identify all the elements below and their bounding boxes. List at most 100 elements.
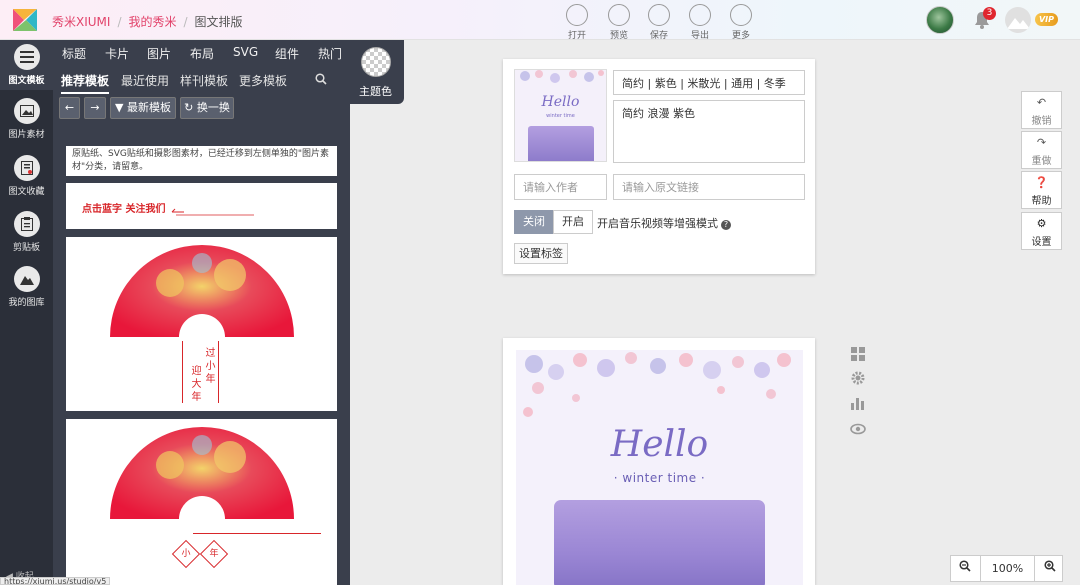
article-header-graphic[interactable]: Hello · winter time ·	[516, 350, 803, 585]
subtab-more[interactable]: 更多模板	[239, 72, 287, 89]
cover-image[interactable]: Hello winter time	[514, 69, 607, 162]
tab-image[interactable]: 图片	[147, 45, 171, 62]
cover-subtitle: winter time	[546, 113, 575, 119]
bar-chart-icon[interactable]	[850, 395, 866, 411]
cover-title: Hello	[541, 94, 580, 110]
enhanced-mode-text: 开启音乐视频等增强模式	[597, 217, 718, 230]
gear-icon[interactable]	[850, 370, 866, 386]
rail-item-clipboard[interactable]: 剪贴板	[0, 211, 53, 253]
notification-badge: 3	[983, 7, 996, 20]
zoom-level: 100%	[980, 556, 1035, 581]
eye-icon[interactable]	[850, 421, 866, 437]
settings-button[interactable]: ⚙ 设置	[1021, 212, 1062, 250]
image-icon	[13, 98, 40, 124]
undo-icon: ↶	[1036, 96, 1047, 109]
arrow-line-decoration	[171, 208, 254, 216]
enhanced-off-toggle[interactable]: 关闭	[514, 210, 554, 234]
tab-svg[interactable]: SVG	[233, 45, 258, 59]
template-tools: ← → ▼ 最新模板 ↻ 换一换	[53, 97, 350, 121]
fan-text-2: 迎大年	[189, 365, 200, 404]
set-tags-button[interactable]: 设置标签	[514, 243, 568, 264]
tab-component[interactable]: 组件	[275, 45, 299, 62]
subtab-recommended[interactable]: 推荐模板	[61, 72, 110, 94]
shuffle-button[interactable]: ↻ 换一换	[180, 97, 234, 119]
crumb-mine[interactable]: 我的秀米	[128, 15, 176, 29]
source-link-input[interactable]: 请输入原文链接	[613, 174, 805, 200]
xiumi-logo[interactable]	[10, 6, 40, 34]
export-label: 导出	[690, 31, 709, 41]
team-avatar[interactable]	[926, 6, 954, 34]
more-button[interactable]: 更多	[721, 4, 761, 41]
tags-field[interactable]: 简约 | 紫色 | 米散光 | 通用 | 冬季	[613, 70, 805, 95]
tab-layout[interactable]: 布局	[190, 45, 214, 62]
tab-title[interactable]: 标题	[62, 45, 86, 62]
crumb-brand[interactable]: 秀米XIUMI	[52, 15, 110, 29]
crumb-current: 图文排版	[194, 15, 243, 29]
subtab-recent[interactable]: 最近使用	[121, 72, 169, 89]
summary-field[interactable]: 简约 浪漫 紫色	[613, 100, 805, 163]
author-input[interactable]: 请输入作者	[514, 174, 607, 200]
crumb-separator: /	[183, 15, 188, 29]
enhanced-on-toggle[interactable]: 开启	[553, 210, 593, 234]
help-button[interactable]: ❓ 帮助	[1021, 171, 1062, 209]
grid-icon[interactable]	[850, 346, 866, 362]
open-label: 打开	[567, 31, 586, 41]
zoom-out-icon	[959, 560, 971, 572]
diamond-text-1: 小	[181, 549, 191, 559]
fan-line	[193, 533, 321, 534]
redo-button[interactable]: ↷ 重做	[1021, 131, 1062, 169]
rail-label: 我的图库	[8, 298, 45, 308]
mountain-icon	[1007, 18, 1030, 29]
sub-tabs: 推荐模板 最近使用 样刊模板 更多模板	[53, 67, 350, 94]
template-card-fan-1[interactable]: 过小年 迎大年	[66, 237, 337, 411]
migration-notice: 原贴纸、SVG贴纸和摄影图素材，已经迁移到左侧单独的"图片素材"分类，请留意。	[66, 146, 337, 176]
fan-illustration	[110, 245, 294, 337]
template-card-follow[interactable]: 点击蓝字 关注我们	[66, 183, 337, 229]
category-tabs: 标题 卡片 图片 布局 SVG 组件 热门	[53, 40, 350, 64]
theme-color-swatch[interactable]	[361, 47, 391, 77]
rail-item-favorites[interactable]: 图文收藏	[0, 155, 53, 197]
diamond-text-2: 年	[209, 549, 219, 559]
preview-icon	[608, 4, 630, 26]
filter-icon: ▼	[115, 101, 127, 114]
left-rail: 图文模板 图片素材 图文收藏 剪贴板 我的图库 ◀ 收起	[0, 40, 53, 585]
follow-text: 点击蓝字 关注我们	[82, 204, 166, 215]
template-card-fan-2[interactable]: 小 年	[66, 419, 337, 585]
rail-item-templates[interactable]: 图文模板	[0, 40, 53, 90]
undo-label: 撤销	[1031, 116, 1052, 127]
fan-line	[182, 341, 183, 403]
save-button[interactable]: 保存	[639, 4, 679, 41]
clipboard-icon	[13, 211, 40, 237]
vip-badge: VIP	[1035, 13, 1058, 26]
export-button[interactable]: 导出	[680, 4, 720, 41]
undo-button[interactable]: ↶ 撤销	[1021, 91, 1062, 129]
next-button[interactable]: →	[84, 97, 106, 119]
cover-photo	[528, 126, 594, 161]
shuffle-label: 换一换	[196, 101, 230, 114]
folder-icon	[566, 4, 588, 26]
tab-hot[interactable]: 热门	[318, 45, 342, 62]
tab-card[interactable]: 卡片	[105, 45, 129, 62]
fan-line	[218, 341, 219, 403]
status-url: https://xiumi.us/studio/v5	[0, 577, 111, 585]
settings-label: 设置	[1031, 237, 1052, 248]
arrow-right-icon: →	[90, 101, 100, 114]
template-icon	[13, 44, 40, 70]
preview-button[interactable]: 预览	[599, 4, 639, 41]
rail-item-gallery[interactable]: 我的图库	[0, 266, 53, 308]
save-label: 保存	[649, 31, 668, 41]
export-icon	[689, 4, 711, 26]
user-avatar[interactable]	[1005, 7, 1031, 33]
article-photo	[554, 500, 765, 585]
rail-label: 剪贴板	[12, 243, 40, 253]
latest-templates-button[interactable]: ▼ 最新模板	[110, 97, 176, 119]
editor-canvas[interactable]: Hello · winter time ·	[503, 338, 815, 585]
prev-button[interactable]: ←	[59, 97, 80, 119]
rail-item-images[interactable]: 图片素材	[0, 98, 53, 140]
search-icon[interactable]	[315, 73, 327, 85]
zoom-in-button[interactable]	[1036, 556, 1064, 581]
open-button[interactable]: 打开	[557, 4, 597, 41]
subtab-sample[interactable]: 样刊模板	[180, 72, 228, 89]
zoom-out-button[interactable]	[951, 556, 979, 581]
question-icon[interactable]: ?	[721, 220, 731, 230]
